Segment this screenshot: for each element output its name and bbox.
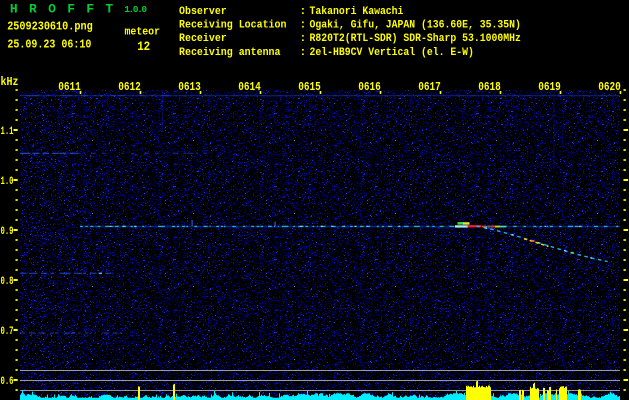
svg-text:0620: 0620 [598, 81, 621, 94]
svg-text:F: F [67, 2, 75, 17]
svg-text:0618: 0618 [478, 81, 501, 94]
svg-text::: : [300, 20, 307, 32]
svg-text:0614: 0614 [238, 81, 261, 94]
svg-text:0617: 0617 [418, 81, 441, 94]
svg-text:Receiving Location: Receiving Location [179, 20, 287, 32]
svg-text:H: H [10, 2, 18, 17]
svg-text:O: O [48, 2, 56, 17]
svg-text:0615: 0615 [298, 81, 321, 94]
svg-text:12: 12 [137, 39, 150, 54]
svg-text:R820T2(RTL-SDR) SDR-Sharp 53.1: R820T2(RTL-SDR) SDR-Sharp 53.1000MHz [310, 33, 521, 45]
svg-text:0.9: 0.9 [1, 226, 14, 238]
svg-text:0611: 0611 [58, 81, 81, 94]
svg-text:kHz: kHz [1, 75, 19, 89]
svg-text:0619: 0619 [538, 81, 561, 94]
svg-text:0.7: 0.7 [1, 326, 14, 338]
svg-text:Takanori Kawachi: Takanori Kawachi [310, 6, 404, 18]
svg-text:1.0: 1.0 [1, 176, 14, 188]
svg-text:F: F [86, 2, 94, 17]
svg-text::: : [300, 33, 307, 45]
svg-text:0616: 0616 [358, 81, 381, 94]
svg-text:2509230610.png: 2509230610.png [7, 21, 93, 34]
svg-text:0.8: 0.8 [1, 276, 14, 288]
svg-text::: : [300, 6, 307, 18]
svg-text:Ogaki, Gifu, JAPAN (136.60E, 3: Ogaki, Gifu, JAPAN (136.60E, 35.35N) [310, 20, 521, 32]
svg-text:1.1: 1.1 [1, 126, 14, 138]
svg-text:Receiver: Receiver [179, 33, 227, 45]
svg-text:25.09.23 06:10: 25.09.23 06:10 [7, 39, 91, 52]
svg-text:meteor: meteor [125, 27, 161, 39]
svg-text:2el-HB9CV Vertical (el. E-W): 2el-HB9CV Vertical (el. E-W) [310, 47, 474, 59]
svg-text::: : [300, 47, 307, 59]
svg-text:0.6: 0.6 [1, 376, 14, 388]
svg-text:Receiving antenna: Receiving antenna [179, 47, 281, 59]
svg-text:0613: 0613 [178, 81, 201, 94]
svg-text:1.0.0: 1.0.0 [124, 4, 147, 15]
svg-text:T: T [105, 2, 113, 17]
svg-text:0612: 0612 [118, 81, 141, 94]
svg-text:Observer: Observer [179, 6, 227, 18]
svg-text:R: R [29, 2, 37, 17]
